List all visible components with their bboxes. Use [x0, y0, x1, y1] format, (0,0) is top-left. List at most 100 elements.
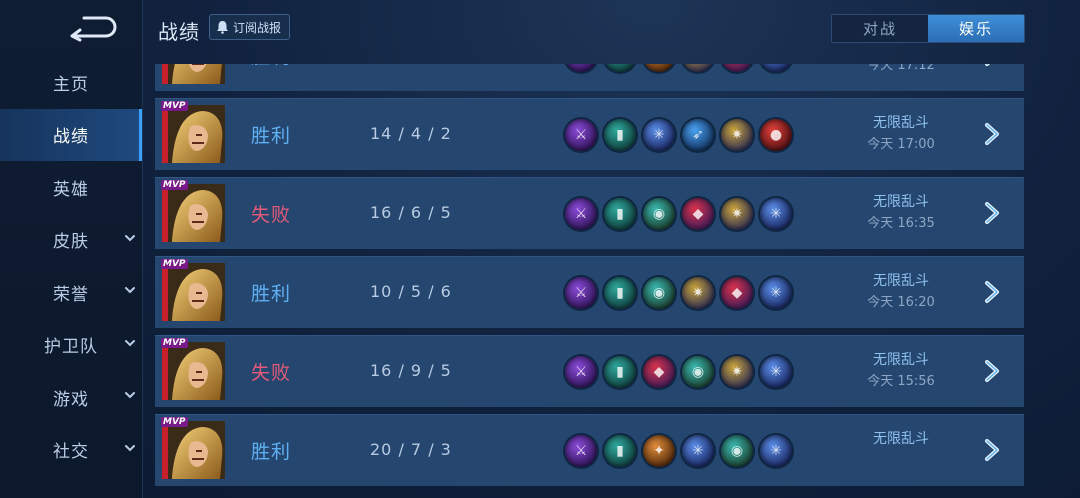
mvp-badge: MVP	[161, 101, 188, 111]
sidebar-item-label: 英雄	[53, 179, 89, 200]
sidebar-item-label: 游戏	[53, 389, 89, 410]
orange-blade-icon: ✦	[643, 64, 675, 72]
sidebar-item-3[interactable]: 皮肤	[0, 214, 142, 266]
green-boots-icon: ▮	[604, 198, 636, 230]
chevron-right-icon[interactable]	[981, 200, 1003, 226]
blue-spear-icon: ✳	[760, 64, 792, 72]
sidebar-item-4[interactable]: 荣誉	[0, 266, 142, 318]
sidebar-item-6[interactable]: 游戏	[0, 371, 142, 423]
match-mode: 无限乱斗	[873, 352, 929, 368]
match-result: 失败	[251, 204, 292, 226]
gold-star-icon: ✷	[721, 198, 753, 230]
chevron-down-icon	[125, 234, 135, 241]
match-mode: 无限乱斗	[873, 115, 929, 131]
sidebar-item-1[interactable]: 战绩	[0, 108, 142, 161]
red-armor-icon: ◆	[682, 198, 714, 230]
match-kda: 14 / 4 / 2	[370, 124, 452, 143]
purple-axe-icon: ⚔	[565, 277, 597, 309]
sidebar: 主页战绩英雄皮肤荣誉护卫队游戏社交	[0, 0, 143, 498]
gold-star-icon: ✷	[721, 356, 753, 388]
match-time: 今天 16:35	[867, 216, 935, 231]
mode-tabs: 对战 娱乐	[831, 14, 1025, 43]
sidebar-item-label: 荣誉	[53, 284, 89, 305]
mvp-badge: MVP	[161, 180, 188, 190]
mvp-badge: MVP	[161, 417, 188, 427]
chevron-right-icon[interactable]	[981, 121, 1003, 147]
green-boots-icon: ▮	[604, 277, 636, 309]
match-result: 失败	[251, 362, 292, 384]
hero-avatar	[162, 105, 225, 163]
sidebar-item-label: 社交	[53, 442, 89, 462]
sidebar-item-5[interactable]: 护卫队	[0, 319, 142, 371]
page-title: 战绩	[158, 20, 200, 44]
blue-spear-icon: ✳	[760, 198, 792, 230]
match-time: 今天 17:00	[867, 137, 935, 152]
green-boots-icon: ▮	[604, 435, 636, 467]
equipment-list: ⚔ ▮ ◆ ◉ ✷ ✳	[565, 356, 799, 388]
purple-axe-icon: ⚔	[565, 198, 597, 230]
match-row[interactable]: MVP 失败 16 / 9 / 5 ⚔ ▮ ◆ ◉ ✷ ✳ 无限乱斗 今天 15:56	[155, 335, 1024, 407]
equipment-list: ⚔ ▮ ✦ ✳ ◉ ✳	[565, 435, 799, 467]
gold-star-icon: ✷	[682, 277, 714, 309]
equipment-list: ⚔ ▮ ✳ ➶ ✷ ●	[565, 119, 799, 151]
purple-axe-icon: ⚔	[565, 119, 597, 151]
red-armor-icon: ◆	[721, 277, 753, 309]
bell-icon	[217, 21, 228, 34]
chevron-right-icon[interactable]	[981, 358, 1003, 384]
match-result: 胜利	[251, 64, 291, 69]
hero-avatar	[162, 184, 225, 242]
equipment-list: ⚔ ▮ ✦ ✷ ◆ ✳	[565, 64, 799, 72]
blue-spear-icon: ✳	[643, 119, 675, 151]
chevron-right-icon[interactable]	[981, 437, 1003, 463]
sidebar-item-7[interactable]: 社交	[0, 424, 142, 476]
match-row[interactable]: MVP 胜利 10 / 5 / 6 ⚔ ▮ ◉ ✷ ◆ ✳ 无限乱斗 今天 16:20	[155, 256, 1024, 328]
sidebar-item-label: 战绩	[53, 127, 89, 147]
chevron-down-icon	[125, 444, 135, 451]
equipment-list: ⚔ ▮ ◉ ✷ ◆ ✳	[565, 277, 799, 309]
blue-spear-icon: ✳	[760, 435, 792, 467]
sidebar-item-0[interactable]: 主页	[0, 56, 142, 108]
teal-gem-icon: ◉	[721, 435, 753, 467]
chevron-right-icon[interactable]	[981, 64, 1003, 68]
match-kda: 10 / 5 / 6	[370, 282, 452, 301]
gold-star-icon: ✷	[721, 119, 753, 151]
gold-star-icon: ✷	[682, 64, 714, 72]
purple-axe-icon: ⚔	[565, 64, 597, 72]
back-icon[interactable]	[66, 12, 118, 42]
subscribe-report-button[interactable]: 订阅战报	[209, 14, 291, 40]
match-row[interactable]: MVP 胜利 20 / 7 / 3 ⚔ ▮ ✦ ✳ ◉ ✳ 无限乱斗	[155, 414, 1024, 486]
hero-avatar	[162, 342, 225, 400]
match-result: 胜利	[251, 125, 292, 147]
match-mode: 无限乱斗	[873, 431, 929, 447]
match-result: 胜利	[251, 441, 292, 463]
blue-spear-icon: ✳	[760, 356, 792, 388]
teal-gem-icon: ◉	[682, 356, 714, 388]
match-row[interactable]: MVP 胜利 14 / 4 / 2 ⚔ ▮ ✳ ➶ ✷ ● 无限乱斗今天 17:00	[155, 98, 1024, 170]
purple-axe-icon: ⚔	[565, 435, 597, 467]
match-list[interactable]: 胜利10 / 5 / 5⚔▮✦✷◆✳无限乱斗今天 17:12MVP胜利14 / …	[155, 64, 1024, 498]
blue-spear-icon: ✳	[760, 277, 792, 309]
match-time: 今天 15:56	[867, 374, 935, 389]
teal-gem-icon: ◉	[643, 277, 675, 309]
chevron-down-icon	[125, 392, 135, 399]
hero-avatar	[162, 64, 225, 84]
teal-gem-icon: ◉	[643, 198, 675, 230]
hero-avatar	[162, 263, 225, 321]
match-row[interactable]: MVP 失败 16 / 6 / 5 ⚔ ▮ ◉ ◆ ✷ ✳ 无限乱斗 今天 16:35	[155, 177, 1024, 249]
sidebar-item-label: 主页	[53, 74, 89, 95]
purple-axe-icon: ⚔	[565, 356, 597, 388]
green-boots-icon: ▮	[604, 64, 636, 72]
blue-lance-icon: ➶	[682, 119, 714, 151]
chevron-down-icon	[125, 339, 135, 346]
match-row[interactable]: 胜利10 / 5 / 5⚔▮✦✷◆✳无限乱斗今天 17:12	[155, 64, 1024, 91]
tab-battle[interactable]: 对战	[832, 15, 928, 42]
sidebar-item-2[interactable]: 英雄	[0, 161, 142, 213]
match-mode: 无限乱斗	[873, 194, 929, 210]
orange-blade-icon: ✦	[643, 435, 675, 467]
red-orb-icon: ●	[760, 119, 792, 151]
tab-entertainment[interactable]: 娱乐	[928, 15, 1024, 42]
equipment-list: ⚔ ▮ ◉ ◆ ✷ ✳	[565, 198, 799, 230]
chevron-right-icon[interactable]	[981, 279, 1003, 305]
chevron-down-icon	[125, 287, 135, 294]
hero-avatar	[162, 421, 225, 479]
